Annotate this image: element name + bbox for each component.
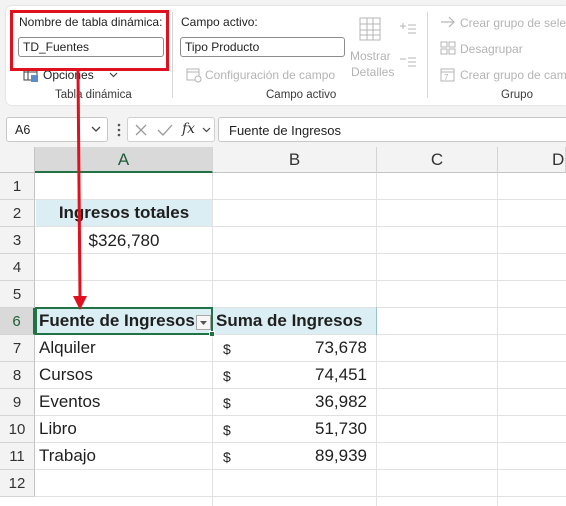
calendar-icon: 7 xyxy=(440,68,455,82)
pivot-row-value[interactable]: 51,730 xyxy=(280,419,367,439)
annotation-arrow xyxy=(73,70,87,310)
enter-check-icon[interactable] xyxy=(157,123,173,137)
gridline xyxy=(35,361,566,362)
cancel-icon[interactable] xyxy=(134,123,148,137)
row-header-10[interactable]: 10 xyxy=(0,416,35,443)
gridline xyxy=(376,173,377,506)
show-details-label-2: Detalles xyxy=(351,65,395,79)
ungroup-button[interactable]: Desagrupar xyxy=(440,39,566,59)
total-value-cell[interactable]: $326,780 xyxy=(36,231,212,251)
row-header-3[interactable]: 3 xyxy=(0,227,35,254)
create-group-field-button[interactable]: 7 Crear grupo de campo xyxy=(440,65,566,85)
column-header-c[interactable]: C xyxy=(377,147,498,173)
chevron-down-icon xyxy=(91,126,101,132)
select-all-corner[interactable] xyxy=(0,147,35,173)
gridline xyxy=(35,496,566,497)
currency-symbol: $ xyxy=(223,449,231,465)
pivot-row-source[interactable]: Eventos xyxy=(39,392,209,412)
column-header-a[interactable]: A xyxy=(35,147,213,173)
expand-field-icon[interactable] xyxy=(399,22,417,36)
group-active-field-label: Campo activo xyxy=(266,89,337,101)
gridline xyxy=(35,226,566,227)
pivot-row-source[interactable]: Libro xyxy=(39,419,209,439)
group-separator xyxy=(172,12,173,98)
field-settings-button[interactable]: Configuración de campo xyxy=(186,65,342,85)
collapse-field-icon[interactable] xyxy=(399,55,417,69)
column-header-d[interactable]: D xyxy=(498,147,566,173)
column-header-b[interactable]: B xyxy=(213,147,377,173)
gridline xyxy=(35,415,566,416)
pivot-row-source[interactable]: Alquiler xyxy=(39,338,209,358)
gridline xyxy=(35,388,566,389)
pivot-row-value[interactable]: 36,982 xyxy=(280,392,367,412)
currency-symbol: $ xyxy=(223,422,231,438)
currency-symbol: $ xyxy=(223,341,231,357)
ungroup-icon xyxy=(440,41,456,55)
chevron-down-icon xyxy=(109,72,118,78)
pivot-header-edge xyxy=(376,307,377,335)
pivot-name-highlight xyxy=(10,10,169,71)
ungroup-label: Desagrupar xyxy=(460,42,523,56)
name-box[interactable]: A6 xyxy=(6,117,108,142)
total-label-cell[interactable]: Ingresos totales xyxy=(36,203,212,223)
filter-dropdown-button[interactable] xyxy=(196,315,211,330)
create-group-field-label: Crear grupo de campo xyxy=(460,68,566,82)
svg-text:7: 7 xyxy=(444,73,449,82)
chevron-down-icon[interactable] xyxy=(202,127,211,133)
row-header-2[interactable]: 2 xyxy=(0,200,35,227)
show-details-label-1: Mostrar xyxy=(350,49,391,63)
show-details-button[interactable]: Mostrar Detalles xyxy=(349,14,395,80)
pivot-row-value[interactable]: 74,451 xyxy=(280,365,367,385)
create-group-selection-button[interactable]: Crear grupo de selección xyxy=(440,13,566,33)
row-header-4[interactable]: 4 xyxy=(0,254,35,281)
gridline xyxy=(35,442,566,443)
currency-symbol: $ xyxy=(223,395,231,411)
pivot-header-sum-cell[interactable]: Suma de Ingresos xyxy=(216,311,376,331)
fill-handle[interactable] xyxy=(209,331,215,337)
group-separator xyxy=(427,12,428,98)
active-field-label: Campo activo: xyxy=(181,15,258,29)
pivot-row-value[interactable]: 73,678 xyxy=(280,338,367,358)
pivot-row-source[interactable]: Cursos xyxy=(39,365,209,385)
group-pivot-label: Tabla dinámica xyxy=(55,89,132,101)
group-group-label: Grupo xyxy=(501,89,533,101)
gridline xyxy=(212,173,213,506)
gridline xyxy=(35,280,566,281)
row-header-9[interactable]: 9 xyxy=(0,389,35,416)
active-field-input[interactable]: Tipo Producto xyxy=(180,37,345,57)
show-details-icon xyxy=(359,17,381,41)
active-cell-border xyxy=(35,307,213,335)
row-header-11[interactable]: 11 xyxy=(0,443,35,470)
row-header-1[interactable]: 1 xyxy=(0,173,35,200)
field-settings-icon xyxy=(186,68,202,83)
pivot-row-source[interactable]: Trabajo xyxy=(39,446,209,466)
name-box-value: A6 xyxy=(15,123,31,137)
gridline xyxy=(497,173,498,506)
gridline xyxy=(35,253,566,254)
arrow-right-icon xyxy=(441,16,455,28)
row-header-12[interactable]: 12 xyxy=(0,470,35,497)
create-group-selection-label: Crear grupo de selección xyxy=(460,16,566,30)
more-options-icon[interactable] xyxy=(117,123,121,137)
row-header-6[interactable]: 6 xyxy=(0,308,35,335)
row-header-5[interactable]: 5 xyxy=(0,281,35,308)
pivot-row-value[interactable]: 89,939 xyxy=(280,446,367,466)
gridline xyxy=(35,199,566,200)
filter-arrow-icon xyxy=(200,321,207,325)
formula-input[interactable]: Fuente de Ingresos xyxy=(218,117,566,142)
insert-function-icon[interactable]: fx xyxy=(182,121,195,137)
field-settings-label: Configuración de campo xyxy=(205,68,336,82)
gridline xyxy=(35,469,566,470)
row-header-8[interactable]: 8 xyxy=(0,362,35,389)
currency-symbol: $ xyxy=(223,368,231,384)
row-header-7[interactable]: 7 xyxy=(0,335,35,362)
